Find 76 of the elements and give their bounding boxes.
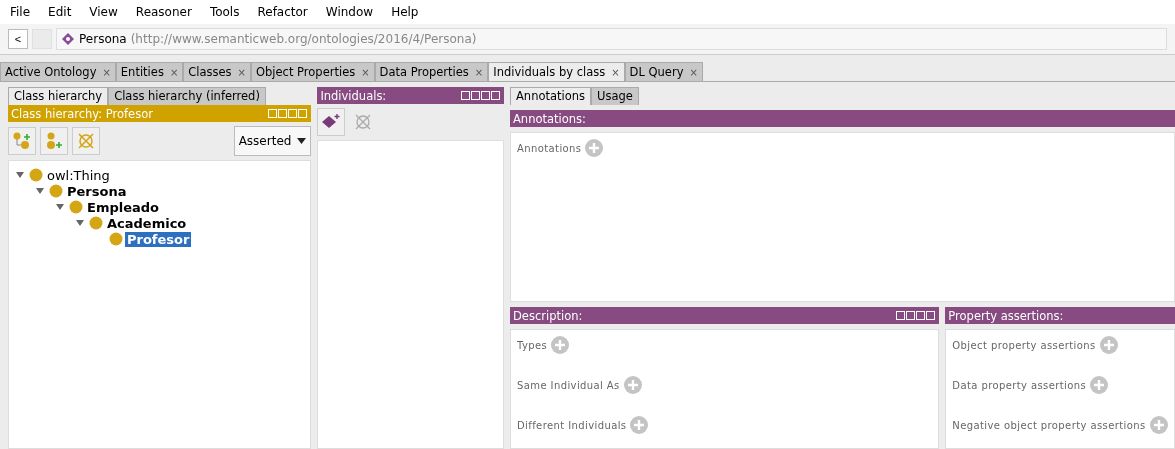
section-label: Same Individual As — [517, 379, 620, 391]
section-label: Object property assertions — [952, 339, 1096, 351]
add-individual-button[interactable] — [317, 108, 346, 136]
hierarchy-mode-dropdown[interactable]: Asserted — [233, 126, 312, 156]
menu-item[interactable]: Reasoner — [135, 5, 192, 19]
expanded-icon[interactable] — [15, 170, 27, 180]
panel-title: Description: — [513, 308, 583, 323]
menu-item[interactable]: Tools — [209, 5, 240, 19]
back-button[interactable]: < — [8, 29, 28, 49]
menu-item[interactable]: Refactor — [257, 5, 308, 19]
tree-item[interactable]: owl:Thing — [45, 167, 112, 183]
panel-title: Property assertions: — [948, 308, 1064, 323]
view-tab[interactable]: Usage — [591, 87, 639, 105]
add-sibling-button[interactable] — [40, 127, 68, 155]
class-icon — [89, 216, 103, 230]
panel-title: Class hierarchy: Profesor — [11, 106, 153, 121]
class-icon — [69, 200, 83, 214]
workspace-tab[interactable]: Individuals by class × — [488, 62, 625, 81]
class-icon — [49, 184, 63, 198]
tree-item[interactable]: Persona — [65, 183, 129, 199]
close-icon[interactable]: × — [169, 66, 179, 78]
expanded-icon[interactable] — [55, 202, 67, 212]
add-sibling-icon — [45, 132, 63, 150]
section-label: Negative object property assertions — [952, 419, 1146, 431]
view-tab[interactable]: Class hierarchy — [8, 87, 109, 105]
tree-item[interactable]: Profesor — [125, 231, 192, 247]
section-label: Types — [517, 339, 548, 351]
menu-item[interactable]: View — [89, 5, 118, 19]
panel-controls-icon[interactable] — [896, 311, 937, 321]
panel-title: Individuals: — [320, 88, 387, 103]
close-icon[interactable]: × — [102, 66, 111, 78]
close-icon[interactable]: × — [361, 66, 370, 78]
caret-icon — [297, 138, 307, 144]
add-icon[interactable] — [1099, 336, 1118, 355]
add-individual-icon — [321, 113, 342, 131]
close-icon[interactable]: × — [474, 66, 484, 78]
add-icon[interactable] — [1149, 416, 1168, 435]
add-icon[interactable] — [585, 139, 604, 157]
add-subclass-icon — [13, 132, 31, 150]
section-label: Data property assertions — [952, 379, 1087, 391]
tree-item[interactable]: Empleado — [85, 199, 161, 215]
expanded-icon[interactable] — [75, 218, 87, 228]
entity-name: Persona — [79, 32, 127, 46]
section-label: Annotations — [517, 142, 582, 154]
view-tab[interactable]: Annotations — [510, 87, 592, 105]
class-icon — [29, 168, 43, 182]
add-icon[interactable] — [551, 336, 570, 355]
close-icon[interactable]: × — [237, 66, 246, 78]
expanded-icon[interactable] — [35, 186, 47, 196]
delete-button[interactable] — [72, 127, 100, 155]
section-label: Different Individuals — [517, 419, 627, 431]
workspace-tab[interactable]: Object Properties × — [251, 62, 375, 81]
add-icon[interactable] — [1090, 376, 1109, 395]
workspace-tab[interactable]: Entities × — [115, 62, 184, 81]
view-tab[interactable]: Class hierarchy (inferred) — [108, 87, 266, 105]
menu-item[interactable]: Edit — [48, 5, 72, 19]
entity-iri: (http://www.semanticweb.org/ontologies/2016/4/Persona) — [130, 32, 477, 46]
add-icon[interactable] — [623, 376, 642, 395]
workspace-tab[interactable]: DL Query × — [624, 62, 703, 81]
class-icon — [109, 232, 123, 246]
workspace-tab[interactable]: Classes × — [183, 62, 251, 81]
panel-title: Annotations: — [513, 111, 586, 126]
add-icon[interactable] — [630, 416, 649, 435]
menu-item[interactable]: Window — [325, 5, 374, 19]
panel-controls-icon[interactable] — [461, 91, 501, 100]
workspace-tab[interactable]: Active Ontology × — [0, 62, 116, 81]
individual-icon — [61, 32, 75, 46]
close-icon[interactable]: × — [689, 66, 698, 78]
close-icon[interactable]: × — [611, 66, 620, 78]
menu-item[interactable]: File — [10, 5, 31, 19]
tree-item[interactable]: Academico — [105, 215, 189, 231]
menu-item[interactable]: Help — [391, 5, 419, 19]
add-subclass-button[interactable] — [8, 127, 36, 155]
delete-icon — [77, 132, 95, 150]
delete-icon — [354, 113, 373, 131]
workspace-tab[interactable]: Data Properties × — [374, 62, 489, 81]
